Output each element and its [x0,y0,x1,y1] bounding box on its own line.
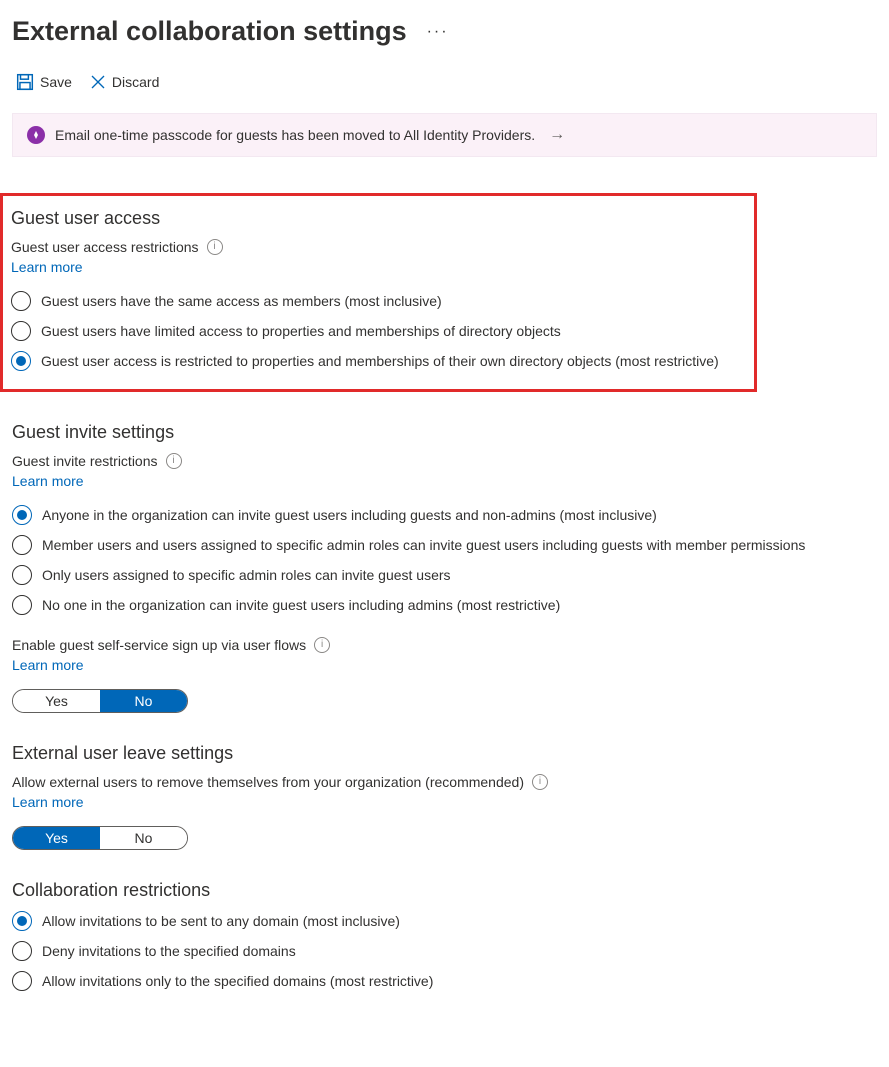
info-icon[interactable]: i [207,239,223,255]
guest_access-option[interactable]: Guest user access is restricted to prope… [11,351,746,371]
arrow-right-icon: → [549,126,565,144]
guest-invite-radio-group: Anyone in the organization can invite gu… [12,505,877,615]
collab-radio-group: Allow invitations to be sent to any doma… [12,911,877,991]
radio-icon[interactable] [12,971,32,991]
toggle-no[interactable]: No [100,827,187,849]
radio-label: Anyone in the organization can invite gu… [42,507,657,523]
guest-invite-heading: Guest invite settings [12,422,877,443]
learn-more-link[interactable]: Learn more [12,657,84,673]
toggle-yes[interactable]: Yes [13,827,100,849]
guest-access-radio-group: Guest users have the same access as memb… [11,291,746,371]
info-icon[interactable]: i [314,637,330,653]
radio-icon[interactable] [12,941,32,961]
close-icon [90,74,106,90]
guest_access-option[interactable]: Guest users have limited access to prope… [11,321,746,341]
discard-label: Discard [112,74,159,90]
guest-access-subheading: Guest user access restrictions [11,239,199,255]
leave-section: External user leave settings Allow exter… [12,743,877,850]
radio-label: Guest users have limited access to prope… [41,323,561,339]
guest-invite-subheading: Guest invite restrictions [12,453,158,469]
radio-icon[interactable] [12,565,32,585]
save-icon [16,73,34,91]
toolbar: Save Discard [12,67,877,103]
radio-label: Guest users have the same access as memb… [41,293,442,309]
radio-label: Member users and users assigned to speci… [42,537,805,553]
info-icon[interactable]: i [532,774,548,790]
compass-icon [27,126,45,144]
radio-icon[interactable] [12,911,32,931]
radio-label: Allow invitations to be sent to any doma… [42,913,400,929]
guest-invite-section: Guest invite settings Guest invite restr… [12,422,877,713]
leave-toggle[interactable]: Yes No [12,826,188,850]
banner-text: Email one-time passcode for guests has b… [55,127,535,143]
collab-option[interactable]: Deny invitations to the specified domain… [12,941,877,961]
info-icon[interactable]: i [166,453,182,469]
radio-label: No one in the organization can invite gu… [42,597,560,613]
toggle-no[interactable]: No [100,690,187,712]
collab-heading: Collaboration restrictions [12,880,877,901]
radio-label: Only users assigned to specific admin ro… [42,567,451,583]
leave-heading: External user leave settings [12,743,877,764]
more-icon[interactable]: ··· [427,23,449,41]
discard-button[interactable]: Discard [90,74,159,90]
radio-label: Deny invitations to the specified domain… [42,943,296,959]
self-service-label: Enable guest self-service sign up via us… [12,637,306,653]
info-banner[interactable]: Email one-time passcode for guests has b… [12,113,877,157]
learn-more-link[interactable]: Learn more [11,259,83,275]
radio-icon[interactable] [12,595,32,615]
save-button[interactable]: Save [16,73,72,91]
learn-more-link[interactable]: Learn more [12,794,84,810]
guest_invite-option[interactable]: Only users assigned to specific admin ro… [12,565,877,585]
radio-icon[interactable] [12,535,32,555]
guest-access-highlight: Guest user access Guest user access rest… [0,193,757,392]
collab-option[interactable]: Allow invitations to be sent to any doma… [12,911,877,931]
page-title: External collaboration settings [12,16,407,47]
radio-label: Allow invitations only to the specified … [42,973,433,989]
learn-more-link[interactable]: Learn more [12,473,84,489]
collab-section: Collaboration restrictions Allow invitat… [12,880,877,991]
radio-label: Guest user access is restricted to prope… [41,353,719,369]
guest_invite-option[interactable]: No one in the organization can invite gu… [12,595,877,615]
guest-access-heading: Guest user access [11,208,746,229]
self-service-toggle[interactable]: Yes No [12,689,188,713]
guest_invite-option[interactable]: Member users and users assigned to speci… [12,535,877,555]
collab-option[interactable]: Allow invitations only to the specified … [12,971,877,991]
radio-icon[interactable] [11,321,31,341]
save-label: Save [40,74,72,90]
guest_access-option[interactable]: Guest users have the same access as memb… [11,291,746,311]
toggle-yes[interactable]: Yes [13,690,100,712]
leave-subheading: Allow external users to remove themselve… [12,774,524,790]
radio-icon[interactable] [11,291,31,311]
radio-icon[interactable] [11,351,31,371]
radio-icon[interactable] [12,505,32,525]
guest_invite-option[interactable]: Anyone in the organization can invite gu… [12,505,877,525]
